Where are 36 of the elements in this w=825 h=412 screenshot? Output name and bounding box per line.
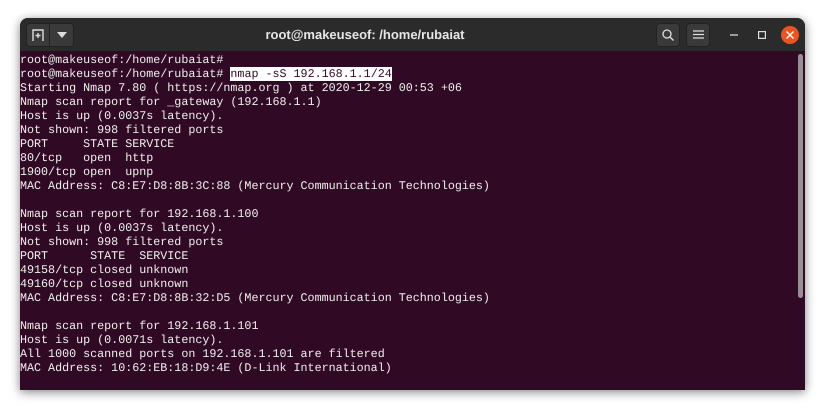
output-line: 49160/tcp closed unknown — [20, 277, 188, 291]
output-line: All 1000 scanned ports on 192.168.1.101 are filtered — [20, 347, 385, 361]
caret-icon — [56, 32, 66, 38]
output-line: Host is up (0.0037s latency). — [20, 109, 224, 123]
close-icon — [786, 30, 794, 38]
prompt-text: root@makeuseof:/home/rubaiat# — [20, 53, 224, 67]
output-line: PORT STATE SERVICE — [20, 137, 174, 151]
close-button[interactable] — [781, 26, 799, 44]
output-line: 1900/tcp open upnp — [20, 165, 154, 179]
output-line: Not shown: 998 filtered ports — [20, 123, 224, 137]
output-line: Nmap scan report for 192.168.1.101 — [20, 319, 258, 333]
output-line: PORT STATE SERVICE — [20, 249, 188, 263]
output-line: Starting Nmap 7.80 ( https://nmap.org ) at 2020-12-29 00:53 +06 — [20, 81, 462, 95]
scrollbar[interactable] — [798, 54, 803, 298]
output-line: Host is up (0.0037s latency). — [20, 221, 224, 235]
menu-button[interactable] — [686, 22, 710, 46]
output-line: Not shown: 998 filtered ports — [20, 235, 224, 249]
minimize-icon — [730, 34, 738, 36]
prompt-text: root@makeuseof:/home/rubaiat# — [20, 67, 224, 81]
command-text: nmap -sS 192.168.1.1/24 — [230, 67, 392, 81]
output-line: 49158/tcp closed unknown — [20, 263, 188, 277]
output-line: Nmap scan report for 192.168.1.100 — [20, 207, 258, 221]
maximize-icon — [758, 30, 766, 38]
new-tab-button[interactable] — [26, 22, 50, 46]
output-line: Host is up (0.0071s latency). — [20, 333, 224, 347]
output-line: MAC Address: 10:62:EB:18:D9:4E (D-Link International) — [20, 361, 392, 375]
search-icon — [662, 28, 674, 40]
menu-icon — [692, 30, 704, 39]
search-button[interactable] — [656, 22, 680, 46]
output-line: 80/tcp open http — [20, 151, 154, 165]
output-line: Nmap scan report for _gateway (192.168.1.1) — [20, 95, 322, 109]
window-title: root@makeuseof: /home/rubaiat — [265, 26, 465, 44]
output-line: MAC Address: C8:E7:D8:8B:32:D5 (Mercury Communication Technologies) — [20, 291, 490, 305]
new-tab-icon — [31, 28, 45, 42]
dropdown-button[interactable] — [50, 22, 74, 46]
output-line: MAC Address: C8:E7:D8:8B:3C:88 (Mercury Communication Technologies) — [20, 179, 490, 193]
